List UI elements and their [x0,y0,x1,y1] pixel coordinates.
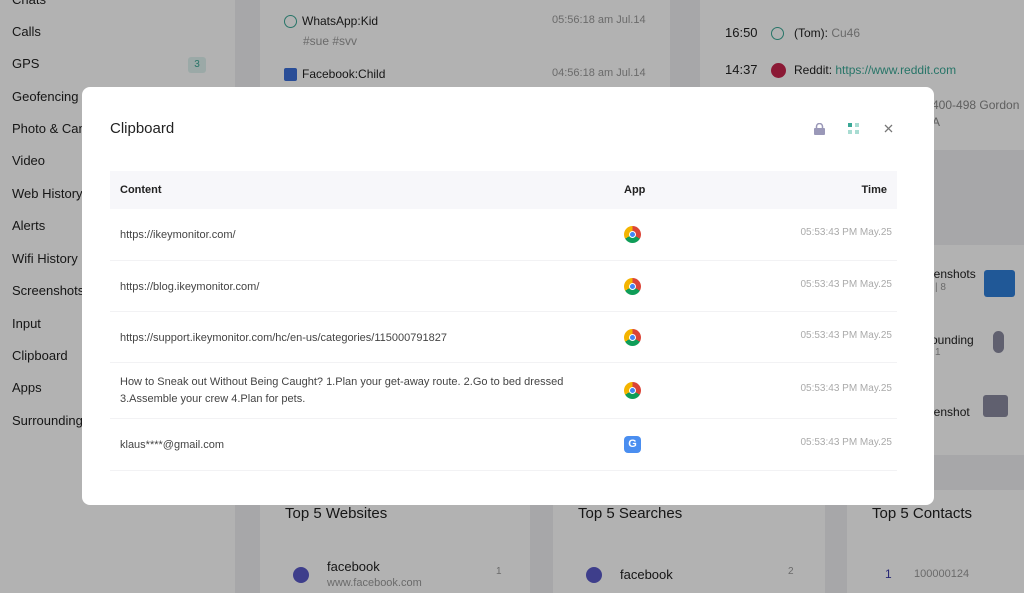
column-app: App [624,184,646,196]
table-row[interactable]: https://blog.ikeymonitor.com/05:53:43 PM… [110,261,897,312]
clipboard-time: 05:53:43 PM May.25 [800,437,892,448]
table-row[interactable]: https://support.ikeymonitor.com/hc/en-us… [110,312,897,363]
clipboard-time: 05:53:43 PM May.25 [800,329,892,341]
clipboard-modal: Clipboard Content App Time https://ikeym… [82,87,934,505]
clipboard-content: https://support.ikeymonitor.com/hc/en-us… [120,331,447,344]
clipboard-content: How to Sneak out Without Being Caught? 1… [120,376,564,405]
clipboard-time: 05:53:43 PM May.25 [800,227,892,238]
column-time: Time [861,184,887,196]
chrome-icon [624,328,641,346]
chrome-icon [624,382,641,399]
table-row[interactable]: https://ikeymonitor.com/05:53:43 PM May.… [110,209,897,261]
clipboard-content: klaus****@gmail.com [120,439,225,451]
clipboard-time: 05:53:43 PM May.25 [800,278,892,290]
clipboard-time: 05:53:43 PM May.25 [800,383,892,394]
lock-icon[interactable] [814,123,825,135]
table-row[interactable]: klaus****@gmail.com G 05:53:43 PM May.25 [110,419,897,471]
modal-title: Clipboard [110,120,175,137]
clipboard-content: https://blog.ikeymonitor.com/ [120,280,260,293]
chrome-icon [624,226,641,243]
table-header: Content App Time [110,171,897,209]
column-content: Content [120,184,162,196]
chrome-icon [624,277,641,295]
close-icon[interactable] [884,124,893,133]
google-app-icon: G [624,436,641,453]
clipboard-content: https://ikeymonitor.com/ [120,229,236,241]
table-row[interactable]: How to Sneak out Without Being Caught? 1… [110,363,897,419]
grid-icon[interactable] [848,123,859,134]
